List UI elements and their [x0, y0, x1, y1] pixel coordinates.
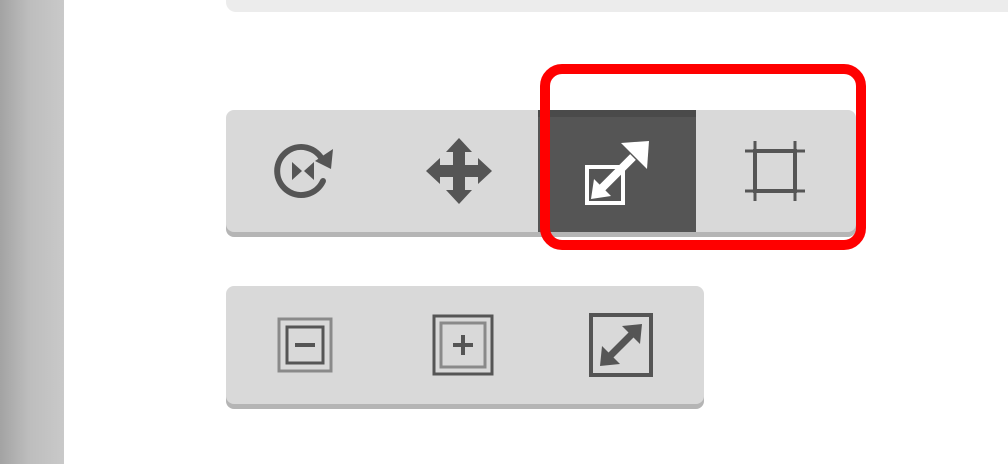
move-arrows-icon: [423, 135, 495, 207]
move-tool-button[interactable]: [380, 110, 538, 232]
rotate-flip-icon: [267, 135, 339, 207]
crop-icon: [739, 135, 811, 207]
fit-to-screen-icon: [588, 312, 654, 378]
fit-screen-button[interactable]: [542, 286, 700, 404]
zoom-toolbar: [226, 286, 704, 404]
scale-tool-button[interactable]: [538, 110, 696, 232]
zoom-out-icon: [275, 315, 335, 375]
top-panel-edge: [226, 0, 1008, 12]
zoom-out-button[interactable]: [226, 286, 384, 404]
app-canvas: [0, 0, 1008, 464]
transform-toolbar: [226, 110, 856, 232]
rotate-tool-button[interactable]: [226, 110, 380, 232]
crop-tool-button[interactable]: [696, 110, 854, 232]
scale-diagonal-icon: [581, 139, 653, 211]
left-sidebar-rail: [0, 0, 64, 464]
zoom-in-icon: [431, 313, 495, 377]
zoom-in-button[interactable]: [384, 286, 542, 404]
